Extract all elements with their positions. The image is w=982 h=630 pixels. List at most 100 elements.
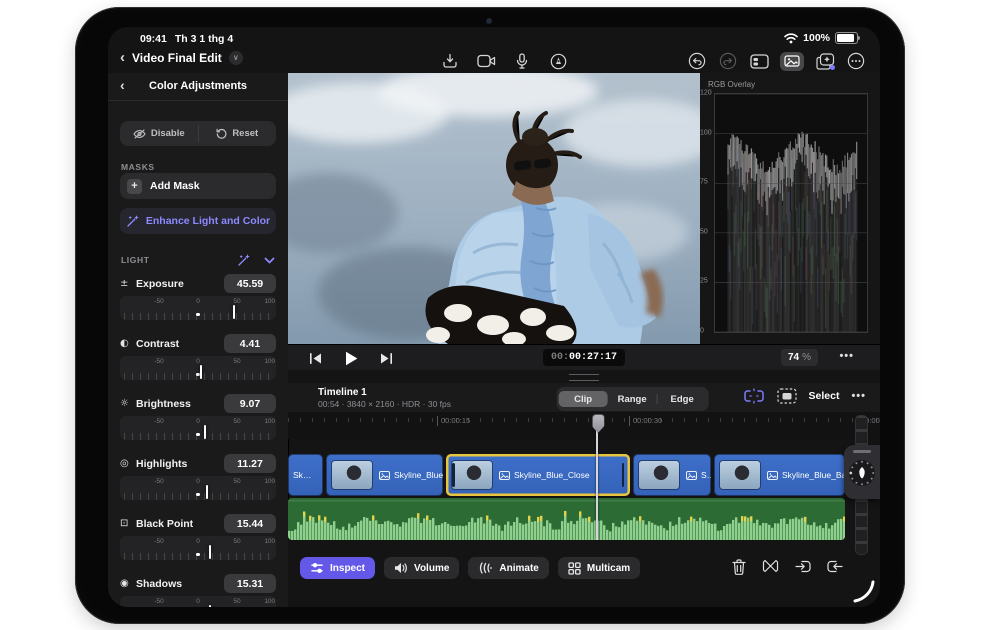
pencil-icon[interactable] — [548, 51, 568, 71]
slider-value[interactable]: 15.44 — [224, 514, 276, 533]
disable-button[interactable]: Disable — [120, 121, 198, 146]
effects-icon[interactable] — [815, 51, 835, 71]
slider-indicator[interactable] — [206, 485, 208, 499]
project-title-group[interactable]: ‹ Video Final Edit ∨ — [120, 50, 243, 65]
viewer-icon[interactable] — [780, 52, 804, 71]
timeline-clip[interactable]: Skyline_Blue_Background — [714, 454, 845, 496]
timeline-more-icon[interactable]: ••• — [851, 390, 866, 402]
timeline-clip[interactable]: Sk… — [288, 454, 323, 496]
date: Th 3 1 thg 4 — [175, 33, 233, 45]
slider-ruler[interactable]: -50050100 — [120, 596, 276, 607]
preview-video[interactable] — [288, 73, 700, 344]
panel-divider[interactable] — [288, 370, 880, 383]
scale-label: 0 — [196, 538, 200, 545]
timeline-clip[interactable]: Skyline_Blue_Close — [446, 454, 630, 496]
light-section-header[interactable]: LIGHT — [121, 253, 275, 267]
viewer-more-icon[interactable]: ••• — [839, 350, 854, 362]
back-icon[interactable]: ‹ — [120, 50, 125, 65]
slider-indicator[interactable] — [204, 425, 206, 439]
scope-tick-label: 50 — [700, 229, 712, 236]
insert-icon[interactable] — [793, 557, 812, 576]
jog-grab-handle[interactable] — [853, 450, 871, 453]
mic-icon[interactable] — [512, 51, 532, 71]
mode-clip[interactable]: Clip — [559, 391, 608, 407]
clip-label: S… — [701, 470, 711, 480]
ipad-device-frame: 09:41 Th 3 1 thg 4 100% ‹ Video Final Ed… — [75, 7, 905, 624]
video-track: Sk… Skyline_Blue_Wide Skyline_Blue_Close S…… — [288, 454, 845, 496]
volume-button[interactable]: Volume — [384, 557, 459, 579]
transport-bar: 00:00:27:17 74% ••• — [288, 344, 880, 371]
scope-tick-label: 25 — [700, 278, 712, 285]
timeline-clip[interactable]: S… — [633, 454, 711, 496]
disable-reset-group: Disable Reset — [120, 121, 276, 146]
zoom-level-button[interactable]: 74% — [781, 349, 818, 366]
browser-icon[interactable] — [749, 51, 769, 71]
slider-indicator[interactable] — [209, 605, 211, 607]
play-icon[interactable] — [341, 348, 361, 368]
slider-value[interactable]: 45.59 — [224, 274, 276, 293]
timeline-clip[interactable]: Skyline_Blue_Wide — [326, 454, 443, 496]
slider-indicator[interactable] — [209, 545, 211, 559]
trim-handle-left[interactable] — [452, 463, 455, 487]
multicam-button[interactable]: Multicam — [558, 557, 640, 579]
ruler-label: 00:00:30 — [629, 416, 662, 426]
light-wand-icon — [237, 254, 250, 267]
clip-label: Skyline_Blue_Wide — [394, 470, 443, 480]
jog-dial-icon[interactable] — [846, 457, 878, 489]
scale-label: -50 — [154, 478, 163, 485]
scale-label: 100 — [264, 538, 275, 545]
jog-wheel[interactable] — [844, 445, 880, 499]
timeline-bottom-bar: Inspect Volume Animate Multicam — [288, 540, 880, 607]
scale-label: -50 — [154, 538, 163, 545]
slider-indicator[interactable] — [233, 305, 235, 319]
timeline-ruler[interactable]: 00:00:15 00:00:30 00:00:45 — [288, 412, 880, 439]
slider-ruler[interactable]: -50050100 — [120, 416, 276, 440]
import-icon[interactable] — [440, 51, 460, 71]
project-title[interactable]: Video Final Edit — [132, 51, 222, 65]
audio-track[interactable] — [288, 498, 845, 540]
scale-label: -50 — [154, 598, 163, 605]
clip-label: Skyline_Blue_Close — [514, 470, 590, 480]
mode-edge[interactable]: Edge — [658, 391, 707, 407]
overwrite-icon[interactable] — [825, 557, 844, 576]
app-toolbar: ‹ Video Final Edit ∨ — [108, 49, 880, 73]
slider-indicator[interactable] — [200, 365, 202, 379]
panel-header: ‹ Color Adjustments — [108, 73, 288, 101]
more-icon[interactable] — [846, 51, 866, 71]
select-button[interactable]: Select — [809, 390, 840, 402]
overlay-clip-icon[interactable] — [777, 388, 797, 404]
light-chevron-down-icon[interactable] — [264, 257, 275, 264]
ruler-label: 00:00:15 — [437, 416, 470, 426]
enhance-light-color-button[interactable]: Enhance Light and Color — [120, 208, 276, 234]
undo-icon[interactable] — [687, 51, 707, 71]
blade-icon[interactable] — [761, 557, 780, 576]
slider-value[interactable]: 15.31 — [224, 574, 276, 593]
slider-ruler[interactable]: -50050100 — [120, 536, 276, 560]
add-mask-button[interactable]: + Add Mask — [120, 173, 276, 199]
slider-ruler[interactable]: -50050100 — [120, 356, 276, 380]
color-adjustments-panel: ‹ Color Adjustments Disable Reset MASKS … — [108, 73, 289, 607]
magnetic-timeline-icon[interactable] — [743, 388, 765, 404]
slider-shadows: ◉Shadows15.31-50050100 — [120, 573, 276, 607]
trim-handle-right[interactable] — [622, 463, 625, 487]
mode-range[interactable]: Range — [608, 391, 657, 407]
slider-value[interactable]: 9.07 — [224, 394, 276, 413]
divider-grip-icon[interactable] — [569, 374, 599, 381]
animate-button[interactable]: Animate — [468, 557, 548, 579]
inspect-button[interactable]: Inspect — [300, 557, 375, 579]
skip-forward-icon[interactable] — [376, 348, 396, 368]
slider-ruler[interactable]: -50050100 — [120, 476, 276, 500]
slider-value[interactable]: 4.41 — [224, 334, 276, 353]
trash-icon[interactable] — [729, 557, 748, 576]
slider-value[interactable]: 11.27 — [224, 454, 276, 473]
camera-icon[interactable] — [476, 51, 496, 71]
slider-ruler[interactable]: -50050100 — [120, 296, 276, 320]
chevron-down-icon[interactable]: ∨ — [229, 51, 243, 65]
slider-label: Contrast — [136, 338, 224, 350]
reset-button[interactable]: Reset — [199, 121, 277, 146]
skip-back-icon[interactable] — [306, 348, 326, 368]
rgb-overlay-scope: RGB Overlay 1201007550250 — [700, 73, 880, 344]
screen-corner-highlight — [847, 576, 877, 606]
scale-label: 100 — [264, 418, 275, 425]
scope-tick-label: 0 — [700, 328, 712, 335]
